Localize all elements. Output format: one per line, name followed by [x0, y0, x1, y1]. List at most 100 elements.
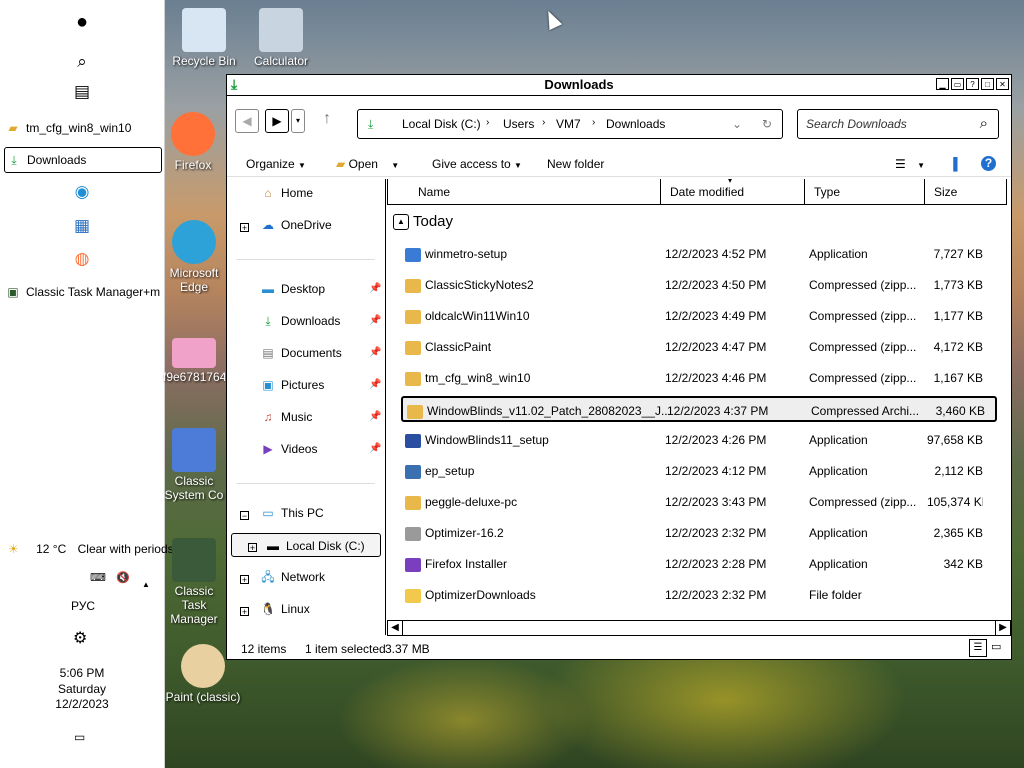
- taskbar-item-task-manager[interactable]: ▣ Classic Task Manager+m...: [4, 280, 160, 304]
- search-input[interactable]: Search Downloads: [806, 117, 907, 131]
- file-row[interactable]: WindowBlinds_v11.02_Patch_28082023__J...…: [401, 396, 997, 422]
- task-view-icon[interactable]: ▤: [72, 82, 92, 102]
- column-header-date[interactable]: Date modified: [661, 179, 805, 205]
- expand-network-icon[interactable]: +: [240, 575, 249, 585]
- store-icon[interactable]: ▦: [72, 216, 92, 236]
- open-button[interactable]: ▰ Open ▼: [336, 157, 399, 171]
- help-icon[interactable]: ?: [981, 156, 996, 171]
- restore-button[interactable]: ▭: [951, 78, 964, 90]
- file-row[interactable]: OptimizerDownloads 12/2/2023 2:32 PM File …: [401, 582, 997, 608]
- nav-music[interactable]: ♫ Music: [259, 405, 313, 429]
- search-icon[interactable]: ⌕: [980, 115, 988, 132]
- file-row[interactable]: peggle-deluxe-pc 12/2/2023 3:43 PM Compres…: [401, 489, 997, 515]
- edge-icon[interactable]: ◉: [72, 182, 92, 202]
- taskbar-item-downloads[interactable]: ⤓ Downloads: [4, 147, 162, 173]
- file-type: Compressed (zipp...: [809, 495, 917, 509]
- title-bar[interactable]: ⤓ Downloads ▁ ▭ ? □ ✕: [227, 75, 1011, 96]
- minimize-button[interactable]: ▁: [936, 78, 949, 90]
- clock-date: 12/2/2023: [55, 697, 109, 711]
- taskbar-item-tm-cfg[interactable]: ▰ tm_cfg_win8_win10: [4, 116, 160, 140]
- expand-onedrive-icon[interactable]: +: [240, 223, 249, 233]
- column-header-size[interactable]: Size: [925, 179, 1007, 205]
- tray-overflow-icon[interactable]: ▲: [142, 580, 150, 589]
- pin-icon[interactable]: 📌: [369, 283, 381, 294]
- file-row[interactable]: ClassicStickyNotes2 12/2/2023 4:50 PM Comp…: [401, 272, 997, 298]
- nav-pictures[interactable]: ▣ Pictures: [259, 373, 324, 397]
- file-row[interactable]: ClassicPaint 12/2/2023 4:47 PM Compressed …: [401, 334, 997, 360]
- breadcrumb-vm7[interactable]: VM7: [556, 117, 581, 131]
- notification-icon[interactable]: ▭: [74, 730, 85, 744]
- group-header-today[interactable]: ▲ Today: [393, 213, 453, 231]
- up-arrow-icon[interactable]: ↑: [323, 110, 331, 128]
- pin-icon[interactable]: 📌: [369, 411, 381, 422]
- firefox-icon[interactable]: ◍: [72, 249, 92, 269]
- pin-icon[interactable]: 📌: [369, 443, 381, 454]
- desktop-icon-image[interactable]: f9e6781764: [163, 338, 225, 384]
- desktop-icon-firefox[interactable]: Firefox: [163, 112, 223, 172]
- scroll-right-arrow-icon[interactable]: ▶: [995, 621, 1010, 635]
- horizontal-scrollbar[interactable]: ◀ ▶: [387, 620, 1011, 636]
- maximize-button[interactable]: □: [981, 78, 994, 90]
- new-folder-button[interactable]: New folder: [547, 157, 604, 171]
- desktop-icon-edge[interactable]: Microsoft Edge: [163, 220, 225, 294]
- collapse-thispc-icon[interactable]: −: [240, 511, 249, 521]
- back-button[interactable]: ◀: [235, 109, 259, 133]
- nav-this-pc[interactable]: ▭ This PC: [259, 501, 323, 525]
- preview-pane-icon[interactable]: ▐: [949, 157, 958, 171]
- help-button[interactable]: ?: [966, 78, 979, 90]
- column-header-name[interactable]: Name: [387, 179, 661, 205]
- details-view-icon[interactable]: ☰: [969, 639, 987, 657]
- pin-icon[interactable]: 📌: [369, 315, 381, 326]
- forward-button[interactable]: ▶: [265, 109, 289, 133]
- start-apple-icon[interactable]: ●: [72, 12, 92, 32]
- network-tray-icon[interactable]: ⌨: [90, 571, 106, 584]
- recent-locations-button[interactable]: ▾: [291, 109, 305, 133]
- nav-videos[interactable]: ▶ Videos: [259, 437, 317, 461]
- breadcrumb-users[interactable]: Users: [503, 117, 534, 131]
- clock-time[interactable]: 5:06 PM: [0, 666, 164, 680]
- breadcrumb-downloads[interactable]: Downloads: [606, 117, 665, 131]
- file-row[interactable]: Firefox Installer 12/2/2023 2:28 PM Applic…: [401, 551, 997, 577]
- scroll-left-arrow-icon[interactable]: ◀: [388, 621, 403, 635]
- collapse-group-icon[interactable]: ▲: [393, 214, 409, 231]
- nav-local-disk[interactable]: + ▬ Local Disk (C:): [231, 533, 381, 557]
- pin-icon[interactable]: 📌: [369, 347, 381, 358]
- desktop-icon-system-config[interactable]: Classic System Co: [163, 428, 225, 502]
- weather-widget[interactable]: ☀ 12 °C Clear with periods: [8, 542, 174, 556]
- nav-linux[interactable]: 🐧 Linux: [259, 597, 310, 621]
- search-box[interactable]: Search Downloads ⌕: [797, 109, 999, 139]
- refresh-icon[interactable]: ↻: [762, 117, 772, 131]
- expand-local-disk-icon[interactable]: +: [248, 543, 257, 553]
- desktop-icon-task-manager[interactable]: Classic Task Manager: [163, 538, 225, 626]
- file-row[interactable]: oldcalcWin11Win10 12/2/2023 4:49 PM Compre…: [401, 303, 997, 329]
- desktop-icon-calculator[interactable]: Calculator: [241, 8, 321, 68]
- desktop-icon-recycle-bin[interactable]: Recycle Bin: [164, 8, 244, 68]
- pin-icon[interactable]: 📌: [369, 379, 381, 390]
- nav-onedrive[interactable]: ☁ OneDrive: [259, 213, 332, 237]
- nav-desktop[interactable]: ▬ Desktop: [259, 277, 325, 301]
- column-header-type[interactable]: Type: [805, 179, 925, 205]
- close-button[interactable]: ✕: [996, 78, 1009, 90]
- nav-documents[interactable]: ▤ Documents: [259, 341, 341, 365]
- give-access-button[interactable]: Give access to ▼: [432, 157, 522, 171]
- volume-muted-icon[interactable]: 🔇: [116, 571, 130, 584]
- large-icons-view-icon[interactable]: ▭: [991, 640, 1001, 653]
- breadcrumb-local-disk[interactable]: Local Disk (C:): [402, 117, 481, 131]
- nav-home[interactable]: ⌂ Home: [259, 181, 313, 205]
- organize-button[interactable]: Organize ▼: [246, 157, 306, 171]
- file-row[interactable]: Optimizer-16.2 12/2/2023 2:32 PM Applicati…: [401, 520, 997, 546]
- chevron-down-icon[interactable]: ⌄: [732, 117, 742, 131]
- file-date: 12/2/2023 4:46 PM: [665, 371, 767, 385]
- search-icon[interactable]: ⌕: [72, 52, 92, 72]
- file-row[interactable]: tm_cfg_win8_win10 12/2/2023 4:46 PM Compre…: [401, 365, 997, 391]
- expand-linux-icon[interactable]: +: [240, 607, 249, 617]
- file-row[interactable]: WindowBlinds11_setup 12/2/2023 4:26 PM App…: [401, 427, 997, 453]
- file-row[interactable]: winmetro-setup 12/2/2023 4:52 PM Applicati…: [401, 241, 997, 267]
- address-bar[interactable]: ⤓ Local Disk (C:) › Users › VM7 › Downlo…: [357, 109, 783, 139]
- file-row[interactable]: ep_setup 12/2/2023 4:12 PM Application 2,11…: [401, 458, 997, 484]
- nav-downloads[interactable]: ⤓ Downloads: [259, 309, 340, 333]
- view-options-icon[interactable]: ☰ ▼: [895, 157, 925, 171]
- nav-network[interactable]: 🖧 Network: [259, 565, 325, 589]
- language-indicator[interactable]: РУС: [71, 599, 95, 613]
- settings-gear-icon[interactable]: ⚙: [73, 628, 87, 648]
